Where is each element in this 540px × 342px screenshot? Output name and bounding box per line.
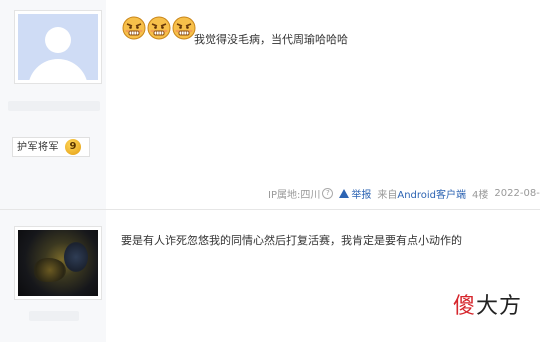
author-avatar[interactable]: [14, 226, 102, 300]
post-datetime: 2022-08-21 2: [494, 188, 540, 199]
post-content: 我觉得没毛病，当代周瑜哈哈哈: [194, 33, 348, 46]
dark-artwork-avatar-image: [18, 230, 98, 296]
thread-page: 护军将军 9 我觉得没毛病，当代周瑜哈哈哈 IP属地:四川 ? 举报 来自And…: [0, 0, 540, 342]
author-rank-badge[interactable]: 护军将军 9: [12, 137, 90, 157]
angry-face-emoji: [172, 16, 196, 40]
author-name-blurred[interactable]: [29, 311, 79, 321]
watermark-red-char: 傻: [452, 294, 476, 319]
post-meta-bar: IP属地:四川? 举报来自Android客户端 4楼 2022-08-21 2: [268, 186, 540, 201]
report-link[interactable]: 举报: [351, 186, 371, 201]
warning-triangle-icon: [339, 189, 350, 198]
source-prefix: 来自: [377, 190, 398, 201]
android-client-link[interactable]: Android客户端: [397, 186, 466, 201]
post-floor-4: 护军将军 9 我觉得没毛病，当代周瑜哈哈哈 IP属地:四川 ? 举报 来自And…: [0, 0, 540, 209]
question-circle-icon[interactable]: ?: [322, 188, 334, 199]
angry-face-emoji: [147, 16, 171, 40]
watermark-dark-chars: 大方: [475, 294, 522, 319]
angry-face-emoji: [122, 16, 146, 40]
post-floor-5: 要是有人诈死忽悠我的同情心然后打复活赛，我肯定是要有点小动作的: [0, 210, 540, 342]
floor-number: 4楼: [472, 190, 489, 201]
rank-label: 护军将军: [17, 142, 59, 153]
author-name-blurred[interactable]: [8, 101, 100, 111]
level-badge-icon: 9: [65, 139, 81, 155]
author-sidebar: 护军将军 9: [0, 0, 106, 209]
default-avatar-image: [18, 14, 98, 80]
ip-location: IP属地:四川: [268, 190, 321, 201]
author-avatar[interactable]: [14, 10, 102, 84]
site-watermark: 傻大方: [453, 288, 522, 320]
author-sidebar: [0, 210, 106, 342]
post-content: 要是有人诈死忽悠我的同情心然后打复活赛，我肯定是要有点小动作的: [121, 234, 462, 247]
